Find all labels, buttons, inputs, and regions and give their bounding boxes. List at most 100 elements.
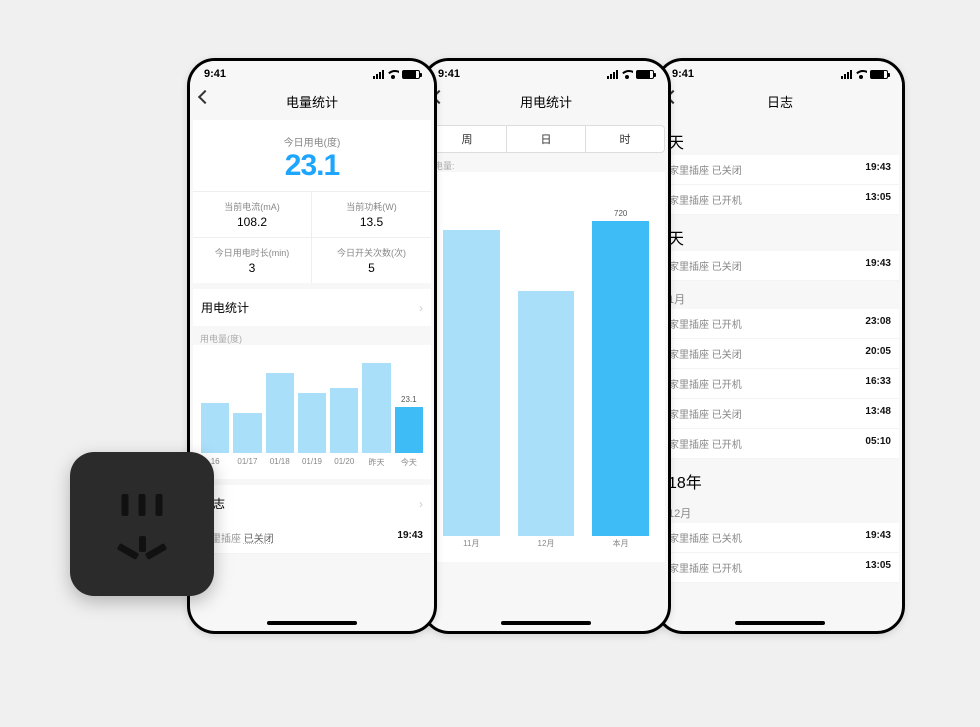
wifi-icon <box>387 70 399 79</box>
chart-bar[interactable] <box>233 413 261 453</box>
chart-bar[interactable] <box>443 230 500 536</box>
wifi-icon <box>621 70 633 79</box>
titlebar: 用电统计 <box>424 83 668 119</box>
summary-label: 电量: <box>424 153 668 172</box>
stat-cell: 今日开关次数(次) 5 <box>312 237 431 283</box>
page-title: 日志 <box>767 92 793 111</box>
log-item[interactable]: 家里插座 已开机 13:05 <box>661 553 899 583</box>
log-state: 已关闭 <box>244 534 274 545</box>
chart-bar[interactable] <box>330 388 358 453</box>
log-group-header: 12月 <box>658 495 902 523</box>
chevron-right-icon: › <box>419 497 423 511</box>
log-item[interactable]: 家里插座 已关机 19:43 <box>661 523 899 553</box>
log-text: 家里插座 已开机 <box>669 192 742 207</box>
stat-label: 当前电流(mA) <box>193 200 311 213</box>
log-time: 16:33 <box>865 376 891 391</box>
battery-icon <box>870 70 888 79</box>
log-time: 19:43 <box>865 162 891 177</box>
x-axis-label: 01/20 <box>330 457 358 468</box>
log-group-header: 1月 <box>658 281 902 309</box>
status-bar: 9:41 <box>190 61 434 83</box>
phone-logs: 9:41 日志 天家里插座 已关闭 19:43家里插座 已开机 13:05天家里… <box>655 58 905 634</box>
log-item[interactable]: 家里插座 已开机 23:08 <box>661 309 899 339</box>
log-text: 家里插座 已开机 <box>669 376 742 391</box>
stat-value: 13.5 <box>312 215 431 229</box>
chart-bar[interactable]: 23.1 <box>395 407 423 453</box>
log-text: 家里插座 已关闭 <box>669 162 742 177</box>
back-icon[interactable] <box>198 90 212 104</box>
stat-value: 108.2 <box>193 215 311 229</box>
chart-bar[interactable]: 720 <box>592 221 649 536</box>
phone-power-stats: 9:41 电量统计 今日用电(度) 23.1 当前电流(mA) 108.2当前功… <box>187 58 437 634</box>
log-list: 家里插座 已开机 23:08家里插座 已关闭 20:05家里插座 已开机 16:… <box>661 309 899 459</box>
log-item[interactable]: 家里插座 已开机 05:10 <box>661 429 899 459</box>
log-item[interactable]: 家里插座 已关闭 19:43 <box>661 155 899 185</box>
log-time: 19:43 <box>397 530 423 545</box>
home-indicator[interactable] <box>501 621 591 625</box>
chart-bar[interactable] <box>201 403 229 453</box>
log-row[interactable]: 日志 › <box>193 485 431 522</box>
titlebar: 日志 <box>658 83 902 119</box>
log-group-header: 18年 <box>658 459 902 495</box>
signal-icon <box>373 70 384 79</box>
log-text: 家里插座 已关闭 <box>669 406 742 421</box>
log-time: 13:48 <box>865 406 891 421</box>
battery-icon <box>402 70 420 79</box>
log-item[interactable]: 家里插座 已关闭 19:43 <box>661 251 899 281</box>
log-item[interactable]: 家里插座 已开机 16:33 <box>661 369 899 399</box>
log-item[interactable]: 家里插座 已关闭 13:48 <box>661 399 899 429</box>
stat-label: 今日开关次数(次) <box>312 246 431 259</box>
log-time: 23:08 <box>865 316 891 331</box>
log-text: 家里插座 已开机 <box>669 316 742 331</box>
log-item[interactable]: 家里插座 已关闭 20:05 <box>661 339 899 369</box>
stat-cell: 当前电流(mA) 108.2 <box>193 191 312 237</box>
chart-bar[interactable] <box>266 373 294 453</box>
x-axis-label: 01/17 <box>233 457 261 468</box>
chart-bar[interactable] <box>298 393 326 453</box>
status-bar: 9:41 <box>424 61 668 83</box>
segment-day[interactable]: 日 <box>506 126 585 152</box>
log-preview[interactable]: 家里插座 已关闭 19:43 <box>193 522 431 554</box>
log-item[interactable]: 家里插座 已开机 13:05 <box>661 185 899 215</box>
status-icons <box>607 70 654 79</box>
time-range-segments[interactable]: 周 日 时 <box>427 125 665 153</box>
log-text: 家里插座 已开机 <box>669 436 742 451</box>
log-group-header: 天 <box>658 119 902 155</box>
home-indicator[interactable] <box>735 621 825 625</box>
status-icons <box>841 70 888 79</box>
log-time: 20:05 <box>865 346 891 361</box>
stat-value: 3 <box>193 261 311 275</box>
usage-stats-label: 用电统计 <box>201 299 249 316</box>
phone-usage-stats: 9:41 用电统计 周 日 时 电量: 720 11月12月本月 <box>421 58 671 634</box>
chart-bar[interactable] <box>362 363 390 453</box>
x-axis-label: 今天 <box>395 457 423 468</box>
monthly-chart: 720 11月12月本月 <box>427 172 665 562</box>
status-icons <box>373 70 420 79</box>
chart-bar[interactable] <box>518 291 575 536</box>
log-list: 家里插座 已关机 19:43家里插座 已开机 13:05 <box>661 523 899 583</box>
x-axis-label: 昨天 <box>362 457 390 468</box>
status-time: 9:41 <box>672 68 694 80</box>
stat-value: 5 <box>312 261 431 275</box>
usage-stats-row[interactable]: 用电统计 › <box>193 289 431 326</box>
wifi-icon <box>855 70 867 79</box>
log-list: 家里插座 已关闭 19:43 <box>661 251 899 281</box>
home-indicator[interactable] <box>267 621 357 625</box>
segment-week[interactable]: 周 <box>428 126 506 152</box>
signal-icon <box>841 70 852 79</box>
x-axis-label: 11月 <box>443 538 500 549</box>
smart-plug-icon <box>70 452 214 596</box>
x-axis-label: 12月 <box>518 538 575 549</box>
log-time: 13:05 <box>865 560 891 575</box>
log-text: 家里插座 已关机 <box>669 530 742 545</box>
today-usage-label: 今日用电(度) <box>193 120 431 149</box>
status-time: 9:41 <box>438 68 460 80</box>
chevron-right-icon: › <box>419 301 423 315</box>
signal-icon <box>607 70 618 79</box>
segment-hour[interactable]: 时 <box>585 126 664 152</box>
today-usage-card: 今日用电(度) 23.1 <box>193 120 431 191</box>
status-bar: 9:41 <box>658 61 902 83</box>
x-axis-label: 01/18 <box>266 457 294 468</box>
log-group-header: 天 <box>658 215 902 251</box>
titlebar: 电量统计 <box>190 83 434 119</box>
